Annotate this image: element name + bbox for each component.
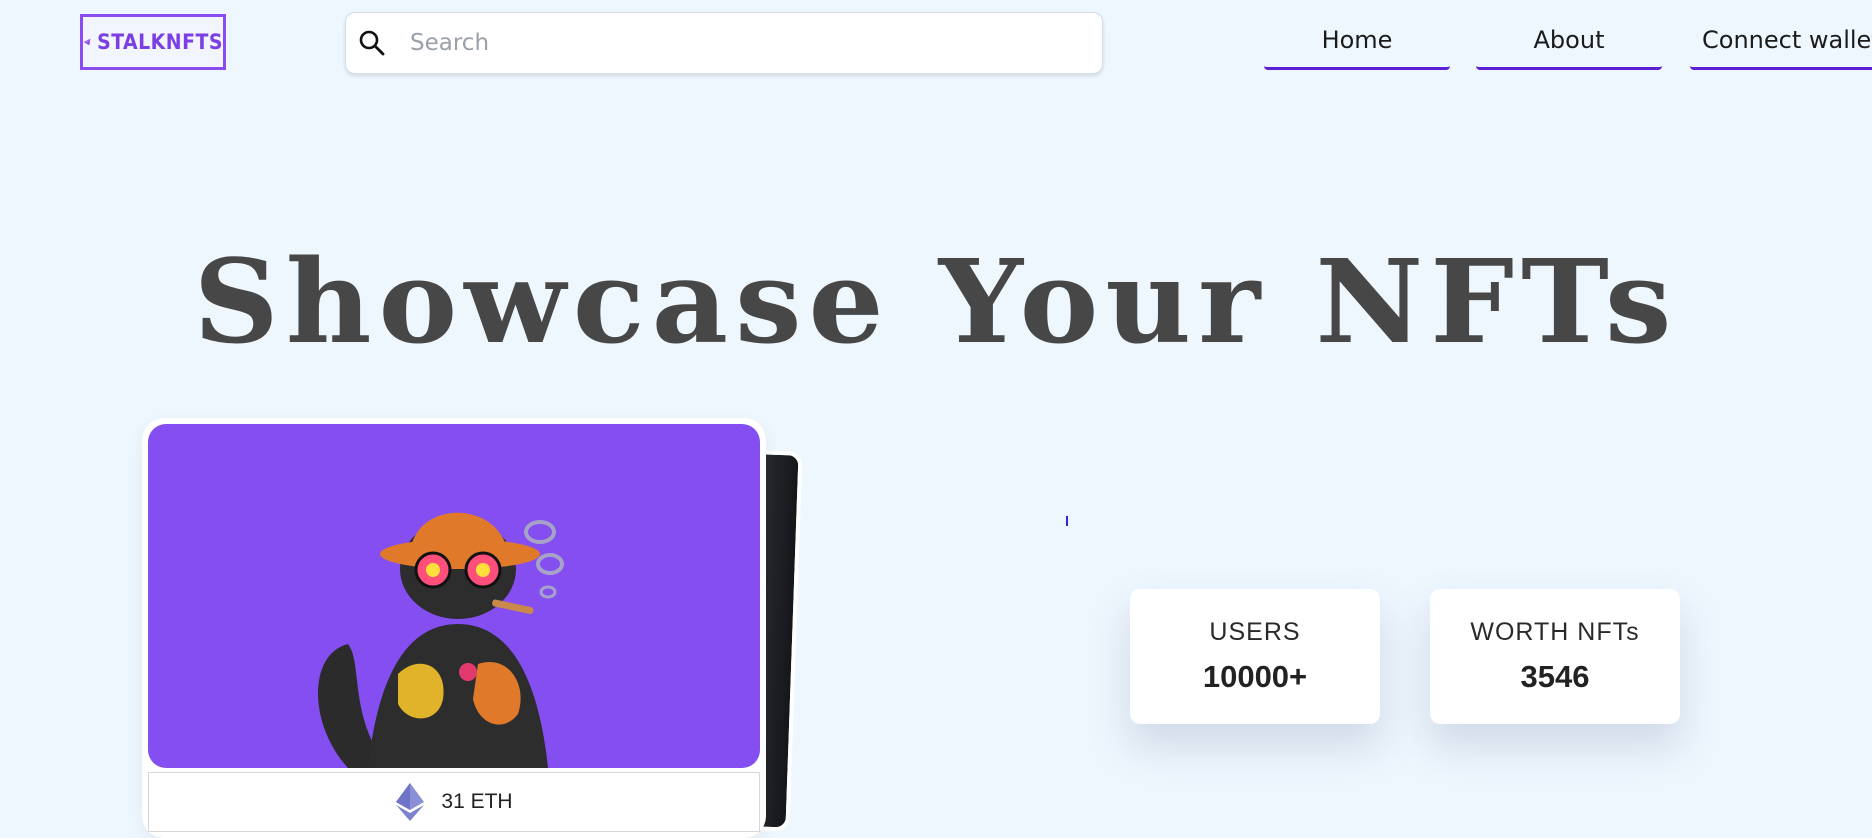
nft-card[interactable]: 31 ETH	[142, 418, 766, 838]
text-cursor	[1066, 516, 1068, 526]
stat-users-label: USERS	[1209, 618, 1301, 646]
search-icon	[359, 30, 385, 56]
nav-home-link[interactable]: Home	[1264, 20, 1450, 70]
search-bar[interactable]	[345, 12, 1103, 74]
nft-price: 31 ETH	[148, 772, 760, 832]
cat-nft-image	[148, 424, 760, 768]
nft-artwork-icon	[318, 512, 564, 768]
stat-worth: WORTH NFTs 3546	[1430, 589, 1680, 724]
connect-wallet-button[interactable]: Connect wallet	[1690, 20, 1872, 70]
paper-plane-icon	[83, 38, 91, 46]
hero-title: Showcase Your NFTs	[193, 233, 1679, 370]
brand-name: STALKNFTS	[97, 30, 223, 54]
ethereum-icon	[396, 783, 425, 821]
stat-worth-value: 3546	[1520, 659, 1590, 694]
nav-about-link[interactable]: About	[1476, 20, 1662, 70]
connect-wallet-label: Connect wallet	[1702, 25, 1872, 54]
nav-about-label: About	[1533, 25, 1605, 54]
nav-home-label: Home	[1321, 25, 1393, 54]
stat-users-value: 10000+	[1202, 659, 1308, 694]
nft-price-label: 31 ETH	[441, 790, 513, 813]
search-input[interactable]	[408, 29, 1052, 57]
stat-worth-label: WORTH NFTs	[1470, 618, 1640, 646]
stat-users: USERS 10000+	[1130, 589, 1380, 724]
brand-logo[interactable]: STALKNFTS	[80, 14, 226, 70]
